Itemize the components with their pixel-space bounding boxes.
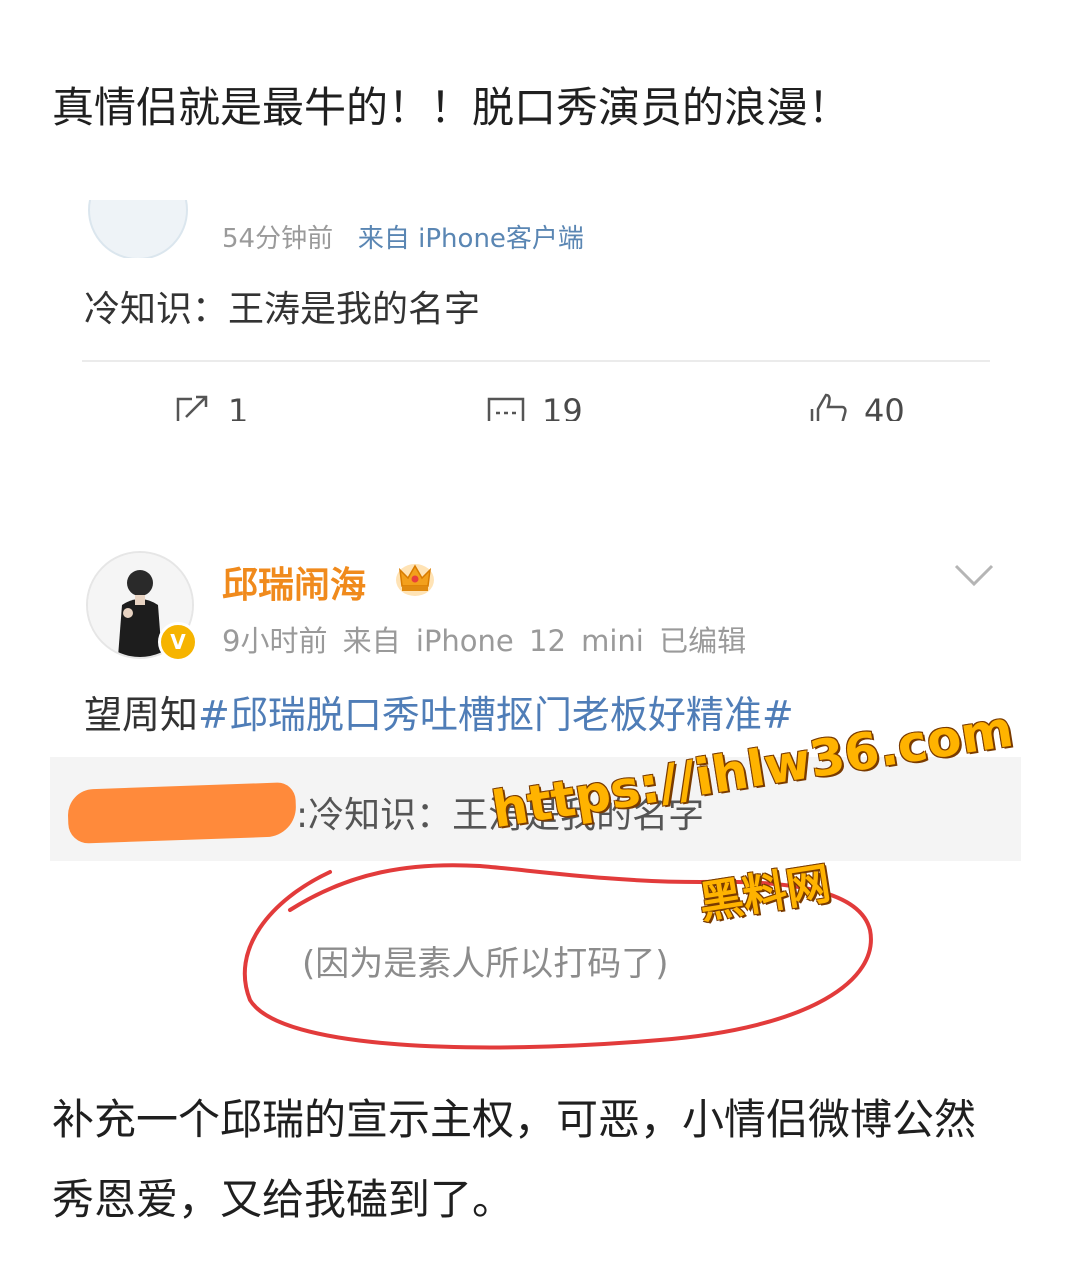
hashtag-link[interactable]: #邱瑞脱口秀吐槽抠门老板好精准# xyxy=(198,693,794,737)
redaction-mark xyxy=(67,782,297,844)
repost-count: 1 xyxy=(228,392,249,421)
chevron-down-icon[interactable] xyxy=(952,560,996,590)
post-source[interactable]: 来自 iPhone客户端 xyxy=(358,224,584,254)
comment-button[interactable]: 19 xyxy=(486,391,583,421)
post-text: 望周知#邱瑞脱口秀吐槽抠门老板好精准# xyxy=(84,684,794,739)
repost-button[interactable]: 1 xyxy=(172,391,248,421)
username[interactable]: 邱瑞闹海 xyxy=(222,556,366,608)
post-meta: 54分钟前 来自 iPhone客户端 xyxy=(222,218,584,255)
post-meta: 9小时前 来自 iPhone 12 mini 已编辑 xyxy=(222,624,747,658)
post-text-prefix: 望周知 xyxy=(84,693,199,737)
divider xyxy=(82,360,990,362)
verified-icon: V xyxy=(158,622,198,662)
closing-text: 补充一个邱瑞的宣示主权，可恶，小情侣微博公然秀恩爱，又给我磕到了。 xyxy=(52,1095,977,1224)
headline: 真情侣就是最牛的！！脱口秀演员的浪漫！ xyxy=(52,83,851,132)
post-actions: 1 19 40 xyxy=(0,385,1071,421)
post-text: 冷知识：王涛是我的名字 xyxy=(84,289,481,330)
comment-count: 19 xyxy=(542,392,583,421)
post-time: 54分钟前 xyxy=(222,224,334,254)
repost-icon xyxy=(176,395,208,421)
post-top-header: 54分钟前 来自 iPhone客户端 xyxy=(0,200,1071,258)
thumbs-up-icon xyxy=(810,393,847,421)
annotation-note: (因为是素人所以打码了) xyxy=(302,944,669,984)
like-button[interactable]: 40 xyxy=(808,391,905,421)
crown-icon xyxy=(396,564,434,596)
avatar[interactable] xyxy=(88,200,188,258)
comment-icon xyxy=(487,397,525,421)
like-count: 40 xyxy=(864,392,905,421)
